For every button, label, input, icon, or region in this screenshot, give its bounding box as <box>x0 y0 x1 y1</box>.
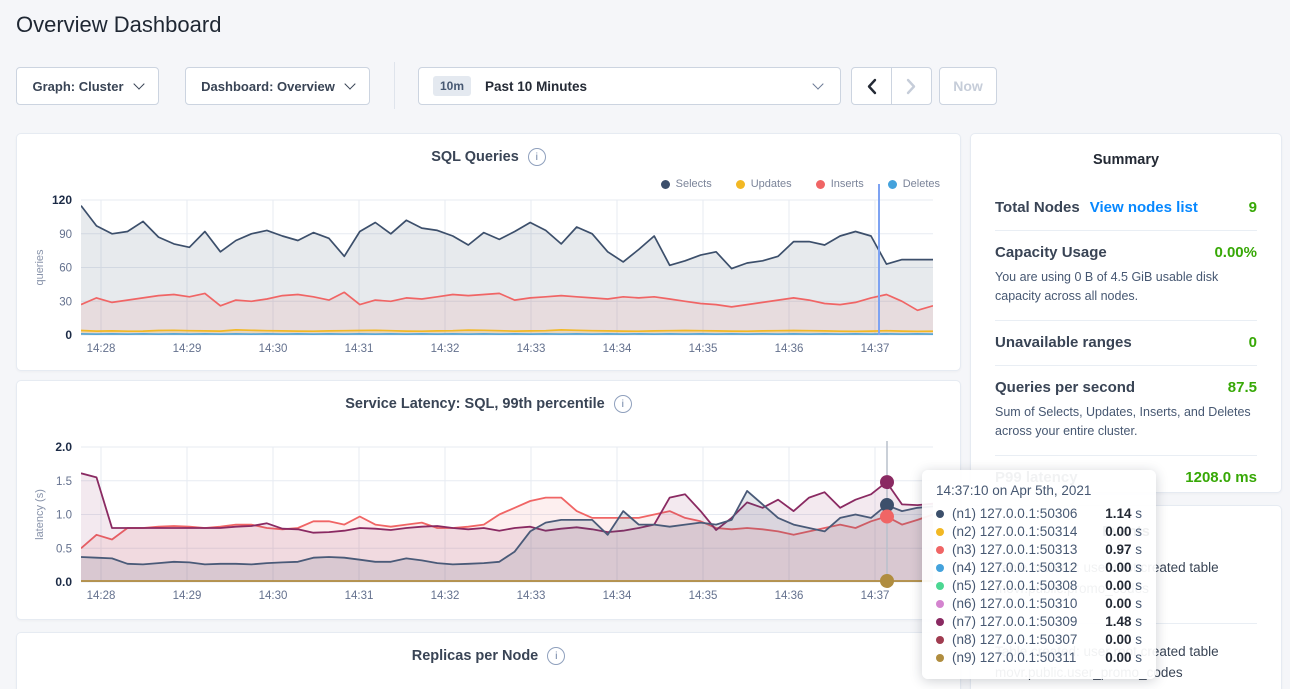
svg-text:1.5: 1.5 <box>56 476 72 488</box>
replicas-chart-title: Replicas per Node <box>412 648 539 664</box>
capacity-usage-value: 0.00% <box>1214 244 1257 261</box>
svg-text:2.0: 2.0 <box>55 440 72 454</box>
service-latency-card: Service Latency: SQL, 99th percentile i … <box>16 380 961 620</box>
svg-text:14:35: 14:35 <box>689 343 718 355</box>
dashboard-label: Dashboard: Overview <box>201 79 335 94</box>
chart-hover-tooltip: 14:37:10 on Apr 5th, 2021 (n1) 127.0.0.1… <box>922 470 1156 679</box>
tooltip-row-n8: (n8) 127.0.0.1:503070.00 s <box>936 631 1142 649</box>
chevron-down-icon <box>812 78 823 89</box>
svg-text:14:37: 14:37 <box>861 343 890 355</box>
replicas-per-node-card: Replicas per Node i <box>16 632 961 689</box>
svg-text:14:34: 14:34 <box>603 590 632 602</box>
p99-latency-value: 1208.0 ms <box>1185 469 1257 486</box>
graph-scope-dropdown[interactable]: Graph: Cluster <box>16 67 159 105</box>
svg-text:120: 120 <box>52 193 72 207</box>
svg-text:1.0: 1.0 <box>56 510 72 522</box>
tooltip-row-n9: (n9) 127.0.0.1:503110.00 s <box>936 649 1142 667</box>
svg-text:0: 0 <box>65 328 72 342</box>
svg-text:0.5: 0.5 <box>56 543 72 555</box>
tooltip-row-n3: (n3) 127.0.0.1:503130.97 s <box>936 541 1142 559</box>
svg-text:14:37: 14:37 <box>861 590 890 602</box>
svg-text:14:35: 14:35 <box>689 590 718 602</box>
tooltip-row-n6: (n6) 127.0.0.1:503100.00 s <box>936 595 1142 613</box>
summary-row-capacity: Capacity Usage 0.00% You are using 0 B o… <box>995 230 1257 320</box>
capacity-usage-desc: You are using 0 B of 4.5 GiB usable disk… <box>995 268 1257 306</box>
svg-text:14:32: 14:32 <box>431 590 460 602</box>
svg-text:90: 90 <box>59 229 72 241</box>
summary-panel: Summary Total Nodes View nodes list 9 Ca… <box>970 133 1282 493</box>
svg-text:14:36: 14:36 <box>775 590 804 602</box>
svg-text:14:28: 14:28 <box>87 590 116 602</box>
tooltip-row-n2: (n2) 127.0.0.1:503140.00 s <box>936 523 1142 541</box>
node-dot-icon <box>936 618 944 626</box>
unavailable-ranges-label: Unavailable ranges <box>995 334 1132 351</box>
tooltip-row-n7: (n7) 127.0.0.1:503091.48 s <box>936 613 1142 631</box>
overview-dashboard-page: Overview Dashboard Graph: Cluster Dashbo… <box>0 0 1290 689</box>
svg-text:14:28: 14:28 <box>87 343 116 355</box>
node-dot-icon <box>936 600 944 608</box>
tooltip-timestamp: 14:37:10 on Apr 5th, 2021 <box>936 483 1142 498</box>
unavailable-ranges-value: 0 <box>1249 334 1257 351</box>
time-next-button[interactable] <box>891 67 932 105</box>
node-dot-icon <box>936 582 944 590</box>
service-latency-chart[interactable]: 0.0 0.5 1.0 1.5 2.0 14:28 14:29 14:30 14:31 14:32… <box>17 381 960 619</box>
qps-label: Queries per second <box>995 379 1135 396</box>
time-range-badge: 10m <box>433 76 471 96</box>
capacity-usage-label: Capacity Usage <box>995 244 1107 261</box>
summary-row-total-nodes: Total Nodes View nodes list 9 <box>995 168 1257 230</box>
total-nodes-value: 9 <box>1249 199 1257 216</box>
total-nodes-label: Total Nodes <box>995 199 1080 216</box>
chevron-down-icon <box>344 78 355 89</box>
node-dot-icon <box>936 528 944 536</box>
node-dot-icon <box>936 654 944 662</box>
svg-text:0.0: 0.0 <box>55 575 72 589</box>
svg-text:14:34: 14:34 <box>603 343 632 355</box>
node-dot-icon <box>936 510 944 518</box>
tooltip-row-n4: (n4) 127.0.0.1:503120.00 s <box>936 559 1142 577</box>
info-icon[interactable]: i <box>547 647 565 665</box>
summary-row-qps: Queries per second 87.5 Sum of Selects, … <box>995 365 1257 455</box>
svg-text:14:36: 14:36 <box>775 343 804 355</box>
graph-scope-label: Graph: Cluster <box>32 79 123 94</box>
svg-text:30: 30 <box>59 296 72 308</box>
node-dot-icon <box>936 546 944 554</box>
time-prev-button[interactable] <box>851 67 892 105</box>
chevron-right-icon <box>906 78 917 95</box>
node-dot-icon <box>936 564 944 572</box>
chevron-down-icon <box>133 78 144 89</box>
node-dot-icon <box>936 636 944 644</box>
time-range-dropdown[interactable]: 10m Past 10 Minutes <box>418 67 841 105</box>
summary-row-unavailable-ranges: Unavailable ranges 0 <box>995 320 1257 365</box>
svg-text:14:30: 14:30 <box>259 343 288 355</box>
svg-text:latency (s): latency (s) <box>34 489 46 540</box>
sql-queries-card: SQL Queries i Selects Updates Inserts De… <box>16 133 961 371</box>
svg-text:14:31: 14:31 <box>345 590 374 602</box>
dashboard-dropdown[interactable]: Dashboard: Overview <box>185 67 370 105</box>
time-now-button[interactable]: Now <box>939 67 997 105</box>
summary-title: Summary <box>995 152 1257 168</box>
svg-text:14:30: 14:30 <box>259 590 288 602</box>
sql-queries-chart[interactable]: 0 30 60 90 120 14:28 14:29 14:30 14:31 14:32 14:33… <box>17 134 960 370</box>
toolbar-divider <box>394 62 395 109</box>
tooltip-row-n5: (n5) 127.0.0.1:503080.00 s <box>936 577 1142 595</box>
svg-text:14:29: 14:29 <box>173 343 202 355</box>
page-title: Overview Dashboard <box>16 12 221 38</box>
view-nodes-list-link[interactable]: View nodes list <box>1090 199 1198 216</box>
svg-text:14:33: 14:33 <box>517 343 546 355</box>
svg-text:14:33: 14:33 <box>517 590 546 602</box>
tooltip-row-n1: (n1) 127.0.0.1:503061.14 s <box>936 505 1142 523</box>
svg-text:queries: queries <box>34 249 46 286</box>
svg-text:14:29: 14:29 <box>173 590 202 602</box>
qps-value: 87.5 <box>1228 379 1257 396</box>
svg-text:14:32: 14:32 <box>431 343 460 355</box>
svg-text:60: 60 <box>59 263 72 275</box>
svg-text:14:31: 14:31 <box>345 343 374 355</box>
chevron-left-icon <box>866 78 877 95</box>
qps-desc: Sum of Selects, Updates, Inserts, and De… <box>995 403 1257 441</box>
time-range-label: Past 10 Minutes <box>485 79 803 94</box>
